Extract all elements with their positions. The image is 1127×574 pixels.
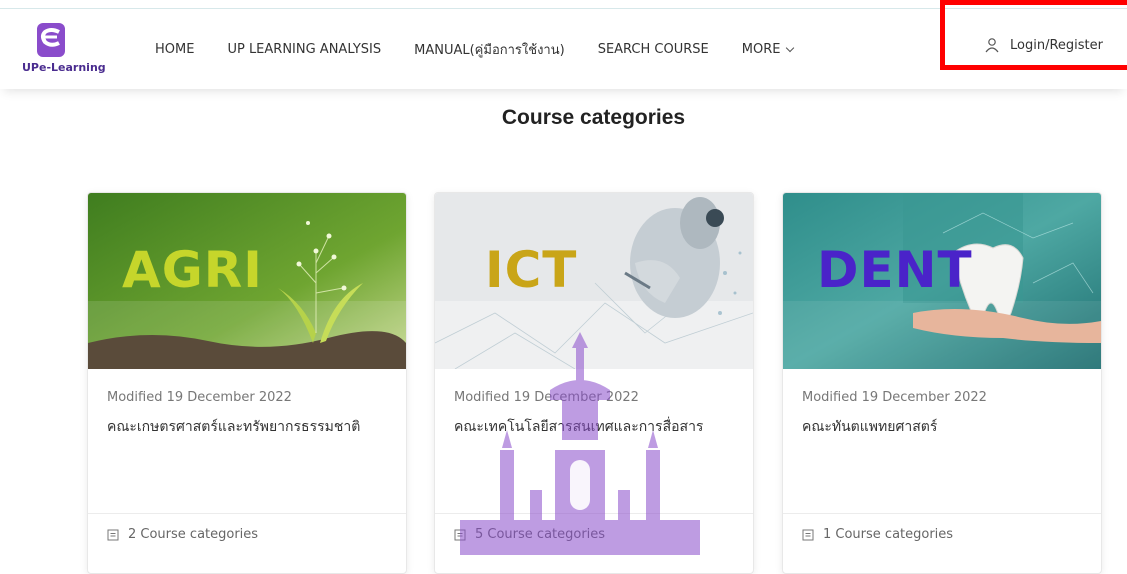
modified-date: Modified 19 December 2022 [454, 390, 639, 405]
main-nav: HOME UP LEARNING ANALYSIS MANUAL(คู่มือก… [155, 39, 826, 60]
page-title: Course categories [501, 106, 686, 129]
login-highlight-box [940, 0, 1127, 70]
logo-text: UPe-Learning [22, 61, 106, 74]
site-logo[interactable]: UPe-Learning [22, 21, 122, 81]
ict-banner-image [435, 193, 753, 369]
category-card-ict[interactable]: ICT Modified 19 December 2022 คณะเทคโนโล… [434, 192, 754, 574]
document-icon [107, 529, 119, 540]
logo-mark-icon [37, 23, 65, 57]
modified-date: Modified 19 December 2022 [802, 390, 987, 405]
card-divider [88, 513, 406, 514]
category-name[interactable]: คณะเกษตรศาสตร์และทรัพยากรธรรมชาติ [107, 416, 387, 438]
course-count: 1 Course categories [802, 527, 953, 542]
course-count: 2 Course categories [107, 527, 258, 542]
category-name[interactable]: คณะทันตแพทยศาสตร์ [802, 416, 1082, 438]
card-divider [783, 513, 1101, 514]
document-icon [802, 529, 814, 540]
course-count-label: 2 Course categories [128, 527, 259, 542]
nav-up-learning-analysis[interactable]: UP LEARNING ANALYSIS [227, 42, 381, 57]
document-icon [454, 529, 466, 540]
nav-more[interactable]: MORE [741, 42, 795, 57]
banner-text-dent: DENT [817, 241, 973, 299]
category-banner-agri: AGRI [88, 193, 406, 369]
category-card-dent[interactable]: DENT Modified 19 December 2022 คณะทันตแพ… [782, 192, 1102, 574]
category-name[interactable]: คณะเทคโนโลยีสารสนเทศและการสื่อสาร [454, 416, 734, 438]
nav-search-course[interactable]: SEARCH COURSE [598, 42, 709, 57]
banner-text-ict: ICT [485, 241, 578, 299]
category-banner-ict: ICT [435, 193, 753, 369]
card-divider [435, 513, 753, 514]
course-count-label: 5 Course categories [475, 527, 606, 542]
nav-more-label: MORE [741, 42, 781, 57]
category-card-agri[interactable]: AGRI Modified 19 December 2022 คณะเกษตรศ… [87, 192, 407, 574]
course-count: 5 Course categories [454, 527, 605, 542]
chevron-down-icon [786, 43, 795, 52]
banner-text-agri: AGRI [122, 241, 263, 299]
category-banner-dent: DENT [783, 193, 1101, 369]
nav-home[interactable]: HOME [155, 42, 194, 57]
nav-manual[interactable]: MANUAL(คู่มือการใช้งาน) [414, 39, 565, 60]
course-count-label: 1 Course categories [823, 527, 954, 542]
modified-date: Modified 19 December 2022 [107, 390, 292, 405]
